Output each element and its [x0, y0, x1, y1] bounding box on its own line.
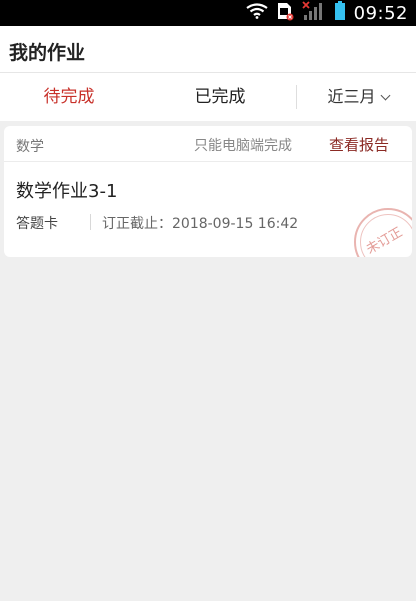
- range-filter-dropdown[interactable]: 近三月: [300, 73, 416, 121]
- correction-deadline: 订正截止：2018-09-15 16:42: [102, 216, 299, 232]
- tab-divider: [296, 85, 297, 109]
- chevron-down-icon: [380, 90, 390, 101]
- signal-off-icon: [301, 1, 326, 25]
- sim-card-icon: [276, 1, 294, 25]
- subject-label: 数学: [16, 139, 44, 155]
- battery-icon: [334, 1, 346, 25]
- page-title: 我的作业: [9, 42, 86, 64]
- clock-time: 09:52: [353, 2, 408, 24]
- wifi-icon: [245, 3, 268, 23]
- not-corrected-stamp: 未订正: [354, 208, 412, 257]
- app-header: 我的作业: [0, 26, 416, 73]
- homework-card[interactable]: 数学 只能电脑端完成 查看报告 数学作业3-1 答题卡 订正截止：2018-09…: [4, 126, 412, 257]
- view-report-button[interactable]: 查看报告: [329, 134, 389, 155]
- tab-pending[interactable]: 待完成: [0, 73, 138, 121]
- range-filter-label: 近三月: [327, 87, 376, 106]
- card-header: 数学 只能电脑端完成 查看报告: [4, 126, 412, 162]
- status-icons: 09:52: [245, 0, 408, 26]
- homework-title: 数学作业3-1: [16, 181, 118, 202]
- status-bar: 09:52: [0, 0, 416, 26]
- answer-card-link[interactable]: 答题卡: [16, 213, 58, 233]
- device-note: 只能电脑端完成: [194, 138, 292, 154]
- meta-divider: [90, 214, 91, 230]
- tab-done[interactable]: 已完成: [150, 73, 290, 121]
- tab-bar: 待完成 已完成 近三月: [0, 73, 416, 121]
